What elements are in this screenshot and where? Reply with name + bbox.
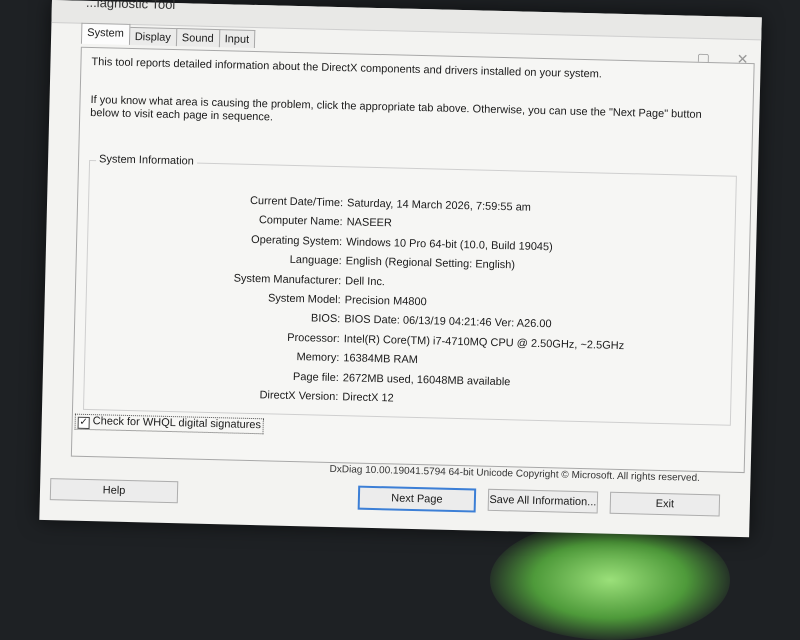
tab-input[interactable]: Input <box>218 29 256 48</box>
system-information-group: System Information Current Date/Time: Sat… <box>82 153 737 426</box>
checkbox-check-icon[interactable]: ✓ <box>77 416 90 430</box>
help-button[interactable]: Help <box>49 478 179 504</box>
tab-display[interactable]: Display <box>128 26 178 47</box>
version-copyright-text: DxDiag 10.00.19041.5794 64-bit Unicode C… <box>329 463 700 484</box>
group-title: System Information <box>95 153 198 168</box>
system-tab-panel: This tool reports detailed information a… <box>70 46 755 484</box>
info-value: DirectX 12 <box>342 391 394 405</box>
dxdiag-window: ...iagnostic Tool ▢ ✕ System Display Sou… <box>39 0 762 538</box>
tab-system[interactable]: System <box>80 22 131 45</box>
whql-checkbox[interactable]: ✓ Check for WHQL digital signatures <box>74 413 265 435</box>
next-page-button[interactable]: Next Page <box>357 485 477 513</box>
info-label: Current Date/Time: <box>249 194 344 210</box>
tab-sound[interactable]: Sound <box>175 28 220 48</box>
exit-button[interactable]: Exit <box>609 491 721 517</box>
info-rows: Current Date/Time: Saturday, 14 March 202… <box>84 191 735 420</box>
window-title: ...iagnostic Tool <box>85 0 176 13</box>
background-light <box>490 520 730 640</box>
info-value: 16384MB RAM <box>343 352 419 367</box>
info-value: Saturday, 14 March 2026, 7:59:55 am <box>346 197 532 214</box>
whql-label: Check for WHQL digital signatures <box>92 415 262 432</box>
info-value: Dell Inc. <box>345 274 386 288</box>
tab-strip: System Display Sound Input <box>80 22 256 49</box>
intro-text-2: If you know what area is causing the pro… <box>90 93 702 124</box>
intro-text-1: This tool reports detailed information a… <box>91 55 603 81</box>
info-value: Precision M4800 <box>344 294 427 309</box>
save-all-information-button[interactable]: Save All Information... <box>487 488 599 514</box>
info-value: NASEER <box>346 216 393 230</box>
